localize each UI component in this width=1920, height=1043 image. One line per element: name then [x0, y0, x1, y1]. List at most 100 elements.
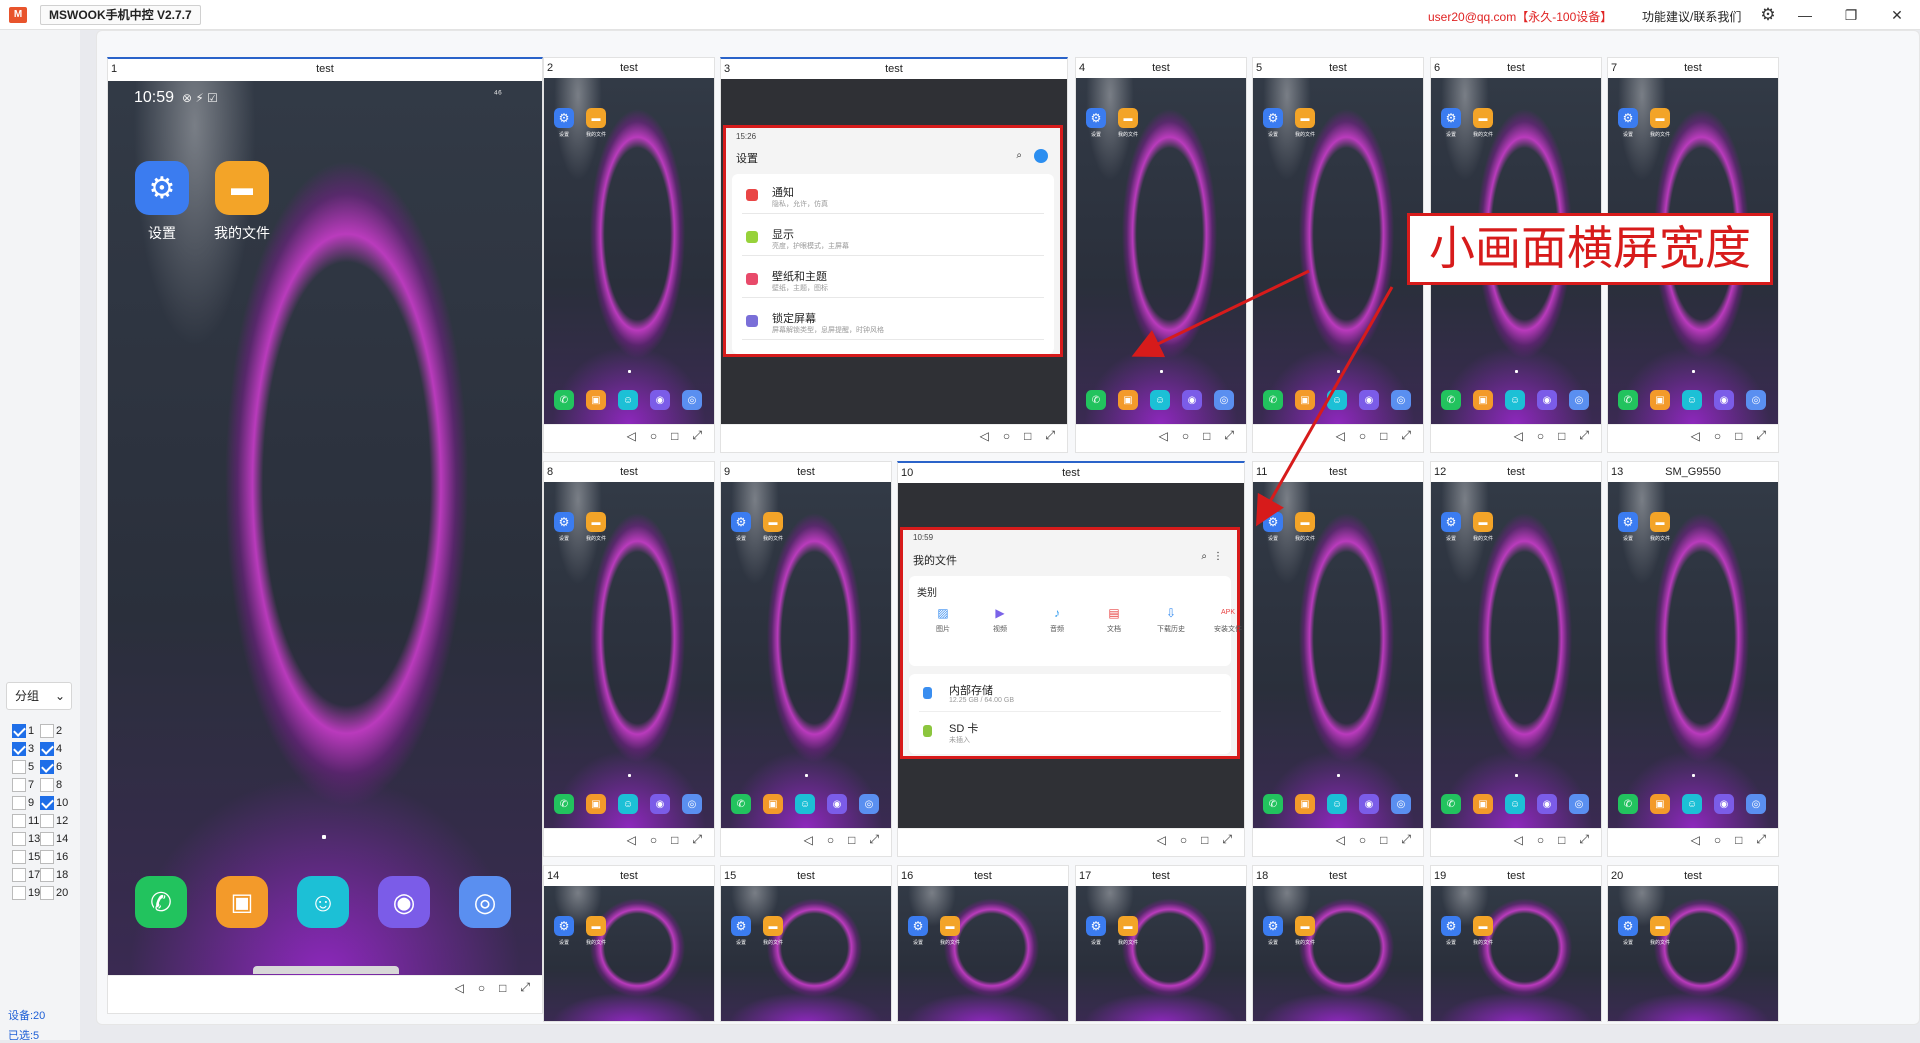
- camera-icon[interactable]: ◎: [1569, 390, 1589, 410]
- messages-icon[interactable]: ☺: [1505, 794, 1525, 814]
- device-screen[interactable]: ⚙ ▬ 设置 我的文件 ✆ ▣ ☺ ◉ ◎: [1431, 482, 1601, 828]
- checkbox[interactable]: [40, 796, 54, 810]
- checkbox[interactable]: [12, 886, 26, 900]
- browser-icon[interactable]: ◉: [378, 876, 430, 928]
- recent-icon[interactable]: □: [1380, 429, 1387, 443]
- camera-icon[interactable]: ◎: [1391, 390, 1411, 410]
- settings-gear-icon[interactable]: ⚙: [1755, 4, 1781, 26]
- device-check-19[interactable]: 19: [12, 884, 40, 902]
- settings-app-icon[interactable]: ⚙: [1441, 108, 1461, 128]
- device-panel-1[interactable]: 1 test 10:59 ⊗ ⚡ ☑ ⁴⁶ ⚙ 设置 ▬ 我的文件 ✆ ▣ ☺ …: [107, 57, 543, 1014]
- recent-icon[interactable]: □: [1380, 833, 1387, 847]
- minimize-button[interactable]: —: [1792, 4, 1818, 26]
- checkbox[interactable]: [40, 742, 54, 756]
- back-icon[interactable]: ◁: [1336, 429, 1345, 443]
- browser-icon[interactable]: ◉: [1714, 794, 1734, 814]
- browser-icon[interactable]: ◉: [1359, 390, 1379, 410]
- recent-icon[interactable]: □: [1024, 429, 1031, 443]
- device-check-15[interactable]: 15: [12, 848, 40, 866]
- recent-icon[interactable]: □: [671, 833, 678, 847]
- back-icon[interactable]: ◁: [1159, 429, 1168, 443]
- browser-icon[interactable]: ◉: [1359, 794, 1379, 814]
- contacts-icon[interactable]: ▣: [586, 390, 606, 410]
- folder-app-icon[interactable]: ▬: [1473, 108, 1493, 128]
- settings-item[interactable]: 壁纸和主题 壁纸，主题，图标: [742, 264, 1044, 298]
- folder-app-icon[interactable]: ▬: [586, 512, 606, 532]
- recent-icon[interactable]: □: [499, 981, 506, 995]
- device-check-8[interactable]: 8: [40, 776, 62, 794]
- device-panel-8[interactable]: 8 test ⚙ ▬ 设置 我的文件 ✆ ▣ ☺ ◉ ◎ ◁ ○ □ ⤢: [543, 461, 715, 857]
- folder-app-icon[interactable]: ▬: [1650, 916, 1670, 936]
- category-item[interactable]: ♪ 音频: [1027, 606, 1087, 634]
- folder-app-icon[interactable]: ▬: [586, 108, 606, 128]
- checkbox[interactable]: [12, 778, 26, 792]
- phone-icon[interactable]: ✆: [1086, 390, 1106, 410]
- settings-app-icon[interactable]: ⚙: [1618, 108, 1638, 128]
- checkbox[interactable]: [40, 778, 54, 792]
- browser-icon[interactable]: ◉: [1537, 794, 1557, 814]
- category-item[interactable]: ⇩ 下载历史: [1141, 606, 1201, 634]
- contacts-icon[interactable]: ▣: [763, 794, 783, 814]
- contacts-icon[interactable]: ▣: [1295, 794, 1315, 814]
- device-panel-12[interactable]: 12 test ⚙ ▬ 设置 我的文件 ✆ ▣ ☺ ◉ ◎ ◁ ○ □ ⤢: [1430, 461, 1602, 857]
- category-item[interactable]: ▤ 文档: [1084, 606, 1144, 634]
- folder-app-icon[interactable]: ▬: [1650, 512, 1670, 532]
- folder-app-icon[interactable]: ▬: [1650, 108, 1670, 128]
- settings-app-icon[interactable]: ⚙: [554, 108, 574, 128]
- expand-icon[interactable]: ⤢: [1045, 428, 1055, 443]
- messages-icon[interactable]: ☺: [1327, 390, 1347, 410]
- recent-icon[interactable]: □: [1735, 833, 1742, 847]
- device-screen[interactable]: ⚙ ▬ 设置 我的文件: [1608, 886, 1778, 1021]
- device-check-5[interactable]: 5: [12, 758, 34, 776]
- back-icon[interactable]: ◁: [1691, 429, 1700, 443]
- contacts-icon[interactable]: ▣: [1118, 390, 1138, 410]
- phone-icon[interactable]: ✆: [1441, 794, 1461, 814]
- messages-icon[interactable]: ☺: [1150, 390, 1170, 410]
- device-check-17[interactable]: 17: [12, 866, 40, 884]
- settings-app-icon[interactable]: ⚙: [731, 916, 751, 936]
- device-panel-18[interactable]: 18 test ⚙ ▬ 设置 我的文件: [1252, 865, 1424, 1022]
- device-panel-4[interactable]: 4 test ⚙ ▬ 设置 我的文件 ✆ ▣ ☺ ◉ ◎ ◁ ○ □ ⤢: [1075, 57, 1247, 453]
- device-check-3[interactable]: 3: [12, 740, 34, 758]
- phone-icon[interactable]: ✆: [1441, 390, 1461, 410]
- home-icon[interactable]: ○: [1359, 833, 1366, 847]
- home-icon[interactable]: ○: [1359, 429, 1366, 443]
- settings-app-icon[interactable]: ⚙: [1618, 512, 1638, 532]
- device-check-20[interactable]: 20: [40, 884, 68, 902]
- home-icon[interactable]: ○: [1714, 833, 1721, 847]
- browser-icon[interactable]: ◉: [827, 794, 847, 814]
- recent-icon[interactable]: □: [1558, 429, 1565, 443]
- back-icon[interactable]: ◁: [1157, 833, 1166, 847]
- device-screen[interactable]: ⚙ ▬ 设置 我的文件 ✆ ▣ ☺ ◉ ◎: [544, 482, 714, 828]
- camera-icon[interactable]: ◎: [1746, 390, 1766, 410]
- folder-app-icon[interactable]: ▬: [1118, 108, 1138, 128]
- device-panel-2[interactable]: 2 test ⚙ ▬ 设置 我的文件 ✆ ▣ ☺ ◉ ◎ ◁ ○ □ ⤢: [543, 57, 715, 453]
- device-screen[interactable]: ⚙ ▬ 设置 我的文件 ✆ ▣ ☺ ◉ ◎: [1076, 78, 1246, 424]
- checkbox[interactable]: [40, 832, 54, 846]
- messages-icon[interactable]: ☺: [1682, 794, 1702, 814]
- contacts-icon[interactable]: ▣: [1473, 390, 1493, 410]
- phone-icon[interactable]: ✆: [135, 876, 187, 928]
- storage-item[interactable]: 内部存储 12.25 GB / 64.00 GB: [919, 678, 1221, 712]
- device-panel-14[interactable]: 14 test ⚙ ▬ 设置 我的文件: [543, 865, 715, 1022]
- expand-icon[interactable]: ⤢: [869, 832, 879, 847]
- expand-icon[interactable]: ⤢: [1401, 428, 1411, 443]
- folder-app-icon[interactable]: ▬: [1295, 108, 1315, 128]
- device-panel-11[interactable]: 11 test ⚙ ▬ 设置 我的文件 ✆ ▣ ☺ ◉ ◎ ◁ ○ □ ⤢: [1252, 461, 1424, 857]
- browser-icon[interactable]: ◉: [1537, 390, 1557, 410]
- folder-app-icon[interactable]: ▬: [586, 916, 606, 936]
- device-panel-16[interactable]: 16 test ⚙ ▬ 设置 我的文件: [897, 865, 1069, 1022]
- category-item[interactable]: ▨ 图片: [913, 606, 973, 634]
- settings-app-icon[interactable]: ⚙: [1618, 916, 1638, 936]
- category-item[interactable]: APK 安装文件: [1198, 606, 1244, 634]
- checkbox[interactable]: [12, 760, 26, 774]
- device-screen[interactable]: ⚙ ▬ 设置 我的文件: [1076, 886, 1246, 1021]
- device-panel-17[interactable]: 17 test ⚙ ▬ 设置 我的文件: [1075, 865, 1247, 1022]
- phone-icon[interactable]: ✆: [731, 794, 751, 814]
- device-screen[interactable]: ⚙ ▬ 设置 我的文件 ✆ ▣ ☺ ◉ ◎: [1253, 482, 1423, 828]
- messages-icon[interactable]: ☺: [795, 794, 815, 814]
- search-icon[interactable]: ⌕: [1201, 551, 1207, 562]
- device-check-11[interactable]: 11: [12, 812, 39, 830]
- gesture-bar[interactable]: [253, 966, 399, 974]
- camera-icon[interactable]: ◎: [682, 390, 702, 410]
